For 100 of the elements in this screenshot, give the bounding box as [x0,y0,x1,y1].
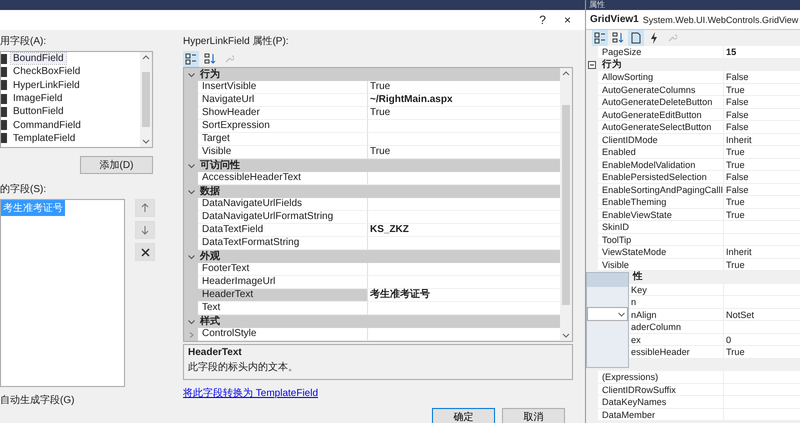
property-name[interactable]: EnableSortingAndPagingCallI [598,184,724,196]
property-value[interactable]: Inherit [724,134,800,146]
property-name[interactable]: ShowHeader [198,107,368,120]
property-value[interactable]: False [724,121,800,134]
property-name[interactable]: SortExpression [198,120,368,133]
object-selector[interactable]: GridView1 System.Web.UI.WebControls.GridView [586,10,800,30]
property-name[interactable]: AutoGenerateDeleteButton [598,96,724,108]
scrollbar[interactable] [560,68,572,341]
add-button[interactable]: 添加(D) [80,156,153,174]
property-name[interactable]: PageSize [598,46,724,58]
property-value[interactable]: True [724,84,800,96]
property-name[interactable]: n [629,296,724,308]
property-name[interactable]: ControlStyle [198,328,368,341]
property-name[interactable]: essibleHeader [629,346,724,358]
property-value[interactable]: Inherit [724,246,800,258]
category-header[interactable]: 可访问性 [198,159,560,172]
delete-button[interactable] [135,243,155,261]
property-name[interactable]: AccessibleHeaderText [198,172,368,185]
auto-generate-label[interactable]: 自动生成字段(G) [0,393,183,407]
categorized-icon[interactable] [183,51,199,67]
property-value[interactable]: 考生准考证号 [368,289,560,302]
property-name[interactable]: Visible [598,258,724,271]
property-name[interactable]: DataTextFormatString [198,237,368,250]
property-name[interactable]: EnableModelValidation [598,158,724,171]
scrollbar-thumb[interactable] [142,72,150,127]
property-value[interactable]: False [724,96,800,108]
property-value[interactable]: KS_ZKZ [368,224,560,237]
property-name[interactable]: aderColumn [629,321,724,334]
property-value[interactable]: ~/RightMain.aspx [368,94,560,107]
property-name[interactable]: Enabled [598,146,724,158]
move-up-button[interactable] [135,199,155,217]
property-name[interactable]: Target [198,133,368,146]
property-name[interactable]: Visible [198,146,368,159]
category-header[interactable]: 外观 [198,250,560,263]
property-name[interactable]: EnableTheming [598,196,724,208]
property-name[interactable]: AutoGenerateColumns [598,84,724,96]
property-value[interactable]: True [724,208,800,221]
property-value[interactable]: True [368,81,560,94]
property-name[interactable]: ex [629,334,724,346]
category-header[interactable]: 行为 [598,58,622,71]
ok-button[interactable]: 确定 [432,408,495,423]
page-icon[interactable] [628,30,644,46]
field-item[interactable]: BoundField [11,53,66,64]
property-value[interactable]: True [724,146,800,158]
property-name[interactable]: ToolTip [598,234,724,246]
property-name[interactable]: DataNavigateUrlFields [198,198,368,211]
category-header[interactable]: 行为 [198,68,560,81]
property-name[interactable]: EnableViewState [598,208,724,221]
property-value[interactable]: True [724,158,800,171]
property-name[interactable]: AutoGenerateSelectButton [598,121,724,134]
help-button[interactable]: ? [539,13,546,27]
property-value[interactable]: NotSet [724,308,800,321]
close-button[interactable]: × [564,13,571,27]
property-value[interactable]: True [724,196,800,208]
field-item[interactable]: CheckBoxField [11,66,82,78]
property-name[interactable]: ClientIDRowSuffix [598,384,724,396]
property-name[interactable]: DataMember [598,408,724,421]
property-name[interactable]: DataTextField [198,224,368,237]
scroll-up-icon[interactable] [562,70,570,76]
property-name[interactable]: DataKeyNames [598,396,724,408]
property-name[interactable]: DataNavigateUrlFormatString [198,211,368,224]
property-value[interactable]: 15 [724,46,800,58]
field-item[interactable]: ImageField [11,93,64,104]
property-value[interactable]: True [724,258,800,271]
property-name[interactable]: NavigateUrl [198,94,368,107]
property-name[interactable]: Key [629,284,724,296]
property-name[interactable]: HeaderText [198,289,368,302]
categorized-icon[interactable] [592,30,608,46]
property-value[interactable]: False [724,71,800,84]
scrollbar[interactable] [140,52,152,147]
property-value[interactable]: False [724,171,800,184]
property-value[interactable]: True [368,107,560,120]
property-name[interactable]: (Expressions) [598,371,724,384]
cancel-button[interactable]: 取消 [502,408,565,423]
property-name[interactable]: AutoGenerateEditButton [598,108,724,121]
property-value[interactable]: True [724,346,800,358]
property-name[interactable]: SkinID [598,221,724,234]
scroll-down-icon[interactable] [142,139,150,145]
expand-icon[interactable] [188,332,194,338]
scroll-up-icon[interactable] [142,54,150,60]
dropdown-field[interactable] [587,307,628,321]
category-header[interactable]: 样式 [198,315,560,328]
property-name[interactable]: HeaderImageUrl [198,276,368,289]
property-value[interactable]: 0 [724,334,800,346]
property-name[interactable]: InsertVisible [198,81,368,94]
property-name[interactable]: EnablePersistedSelection [598,171,724,184]
property-name[interactable]: AllowSorting [598,71,724,84]
collapse-icon[interactable] [588,60,596,69]
property-name[interactable]: Text [198,302,368,315]
property-name[interactable]: ClientIDMode [598,134,724,146]
convert-link[interactable]: 将此字段转换为 TemplateField [183,386,318,400]
category-header[interactable]: 性 [629,271,643,284]
field-item[interactable]: TemplateField [11,132,78,144]
property-value[interactable]: False [724,184,800,196]
field-item[interactable]: CommandField [11,120,83,131]
scroll-down-icon[interactable] [562,333,570,339]
category-header[interactable]: 数据 [198,185,560,198]
scrollbar-thumb[interactable] [562,104,570,304]
field-item[interactable]: HyperLinkField [11,80,82,91]
property-name[interactable]: nAlign [629,308,724,321]
